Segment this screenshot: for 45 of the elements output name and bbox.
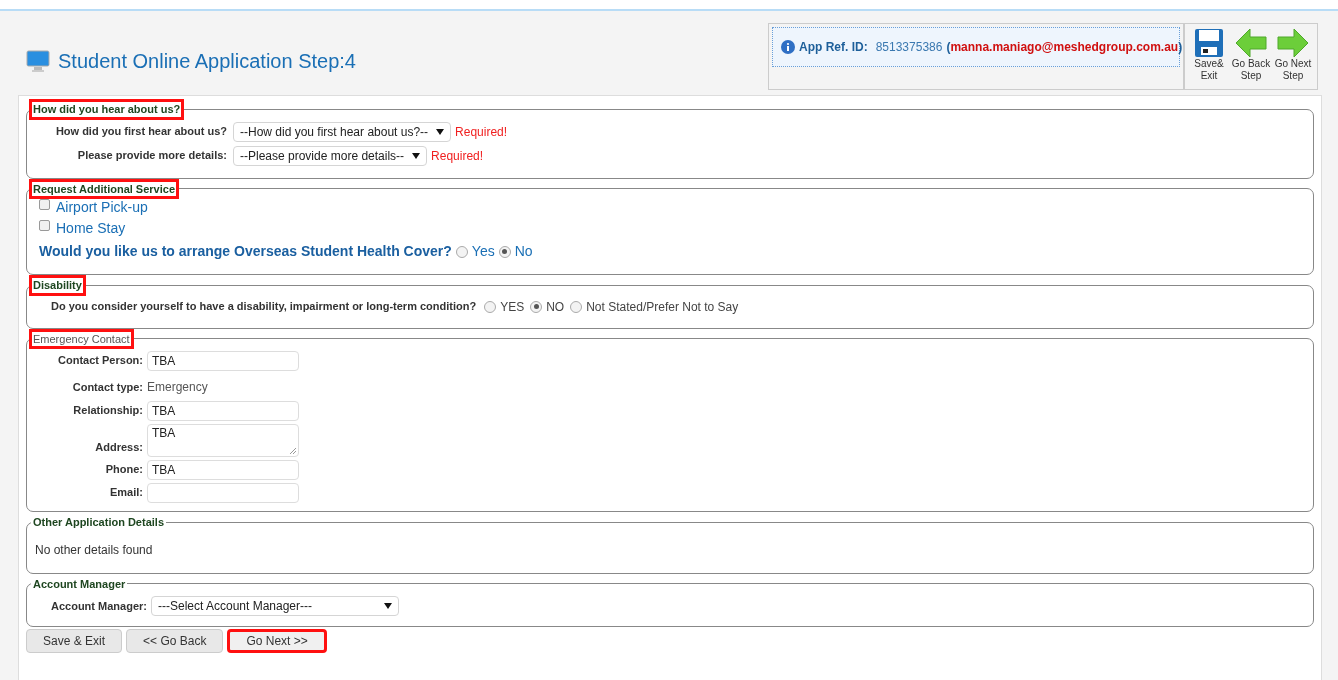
ref-id: 8513375386 — [875, 39, 943, 56]
section-legend: Other Application Details — [31, 514, 166, 531]
dropdown[interactable]: --Please provide more details-- — [233, 145, 428, 166]
form-button[interactable]: Save & Exit — [26, 629, 123, 653]
radio-label: NO — [546, 298, 565, 316]
required-note: Required! — [431, 147, 484, 165]
radio-label: No — [514, 242, 533, 261]
email-text: (manna.maniago@meshedgroup.com.au) — [946, 39, 1183, 56]
section-legend: Request Additional Service — [31, 180, 178, 197]
radio-label: Yes — [471, 242, 495, 261]
toolbar-button[interactable]: Go Next Step — [1273, 28, 1313, 82]
field-label: Contact type: — [71, 379, 144, 395]
text-input[interactable]: TBA — [147, 351, 299, 371]
checkbox-label: Airport Pick-up — [56, 199, 148, 215]
text-input[interactable]: TBA — [147, 460, 299, 480]
dropdown[interactable]: --How did you first hear about us?-- — [233, 121, 452, 142]
section-legend: Disability — [31, 277, 84, 294]
dropdown[interactable]: ---Select Account Manager--- — [150, 596, 399, 616]
field-value: Emergency — [147, 380, 208, 394]
disability-question: Do you consider yourself to have a disability, impairment or long-term condition? — [51, 299, 477, 315]
form-button[interactable]: << Go Back — [126, 629, 224, 653]
field-label: Email: — [109, 484, 144, 500]
ref-label: App Ref. ID: — [799, 39, 868, 56]
field-label: Please provide more details: — [76, 148, 228, 164]
radio-label: YES — [500, 298, 525, 316]
note-text: No other details found — [35, 542, 153, 557]
section-legend: Emergency Contact — [31, 330, 132, 347]
toolbar-button[interactable]: Save& Exit — [1189, 28, 1229, 82]
radio-label: Not Stated/Prefer Not to Say — [586, 298, 739, 316]
form-button[interactable]: Go Next >> — [227, 629, 327, 653]
toolbar-button[interactable]: Go Back Step — [1231, 28, 1271, 82]
section-legend: How did you hear about us? — [31, 101, 183, 118]
section-legend: Account Manager — [31, 575, 128, 592]
field-label: How did you first hear about us? — [54, 124, 228, 140]
checkbox-label: Home Stay — [56, 220, 126, 236]
health-cover-question: Would you like us to arrange Overseas Student Health Cover? — [39, 242, 452, 261]
field-label: Relationship: — [72, 402, 144, 418]
page-title: Student Online Application Step:4 — [58, 49, 356, 74]
field-label: Contact Person: — [57, 352, 144, 368]
field-label: Account Manager: — [51, 598, 147, 614]
field-label: Phone: — [104, 461, 144, 477]
address-textarea[interactable]: TBA — [147, 424, 299, 457]
required-note: Required! — [455, 123, 508, 141]
text-input[interactable]: TBA — [147, 401, 299, 421]
field-label: Address: — [94, 439, 144, 455]
